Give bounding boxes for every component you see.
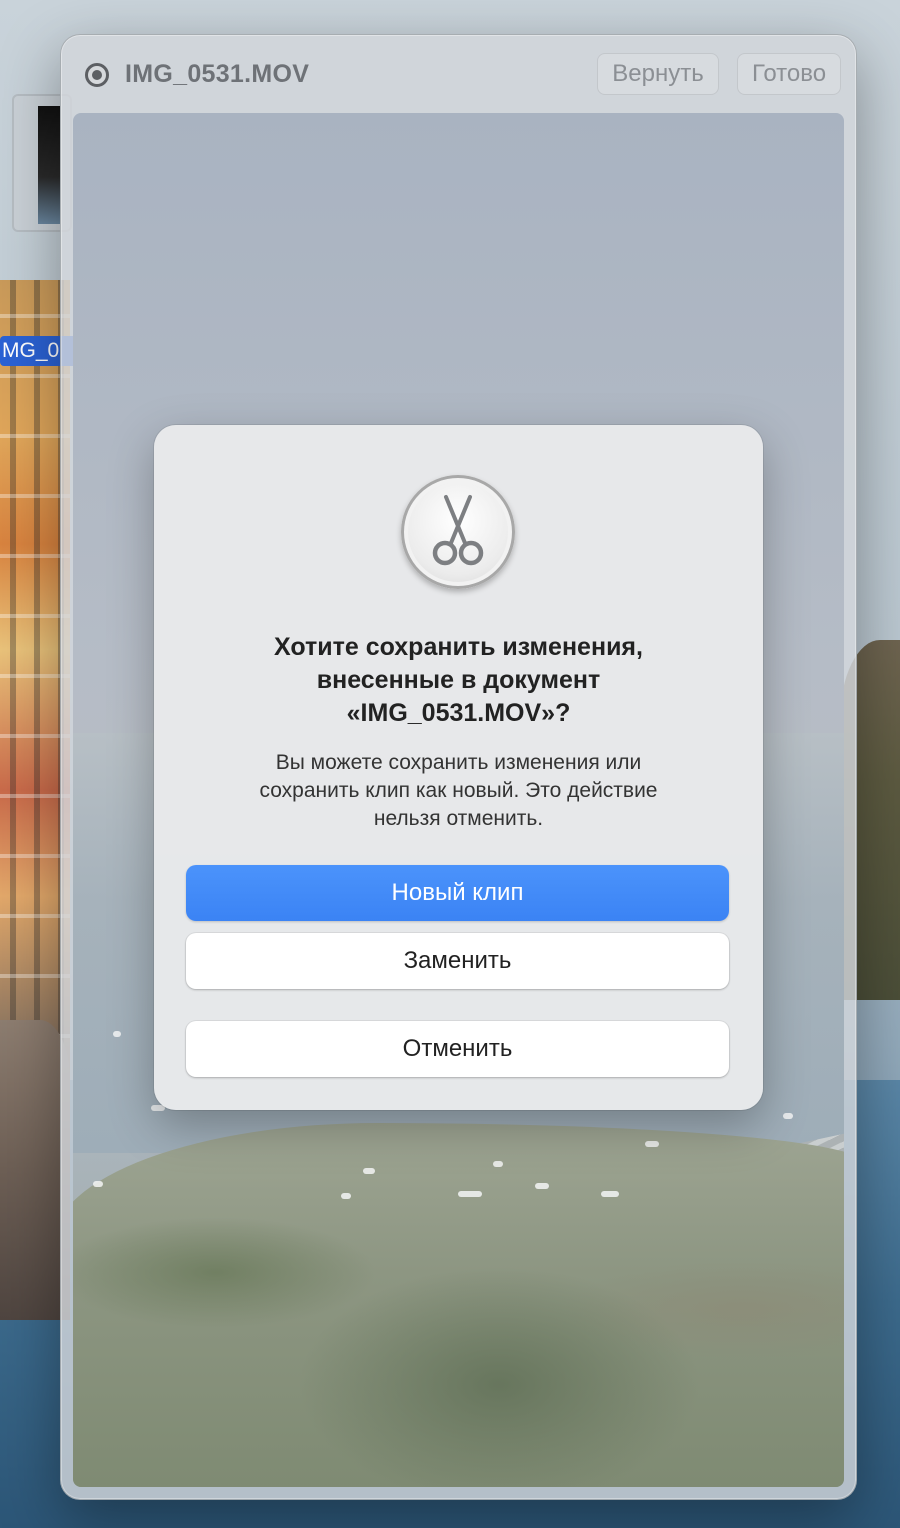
done-button[interactable]: Готово [737,53,841,95]
dialog-message-line: сохранить клип как новый. Это действие [259,779,658,802]
revert-button[interactable]: Вернуть [597,53,719,95]
dialog-title: Хотите сохранить изменения, внесенные в … [184,631,733,730]
dialog-title-line: «IMG_0531.MOV»? [346,699,571,727]
dialog-title-line: внесенные в документ [316,666,601,694]
dialog-message-line: Вы можете сохранить изменения или [275,751,642,774]
dialog-message-line: нельзя отменить. [373,807,544,830]
dialog-title-line: Хотите сохранить изменения, [274,633,643,661]
trim-window: IMG_0531.MOV Вернуть Готово Хотите сохра… [60,34,857,1500]
cancel-button[interactable]: Отменить [186,1021,729,1077]
dialog-message: Вы можете сохранить изменения или сохран… [194,749,723,833]
save-changes-dialog: Хотите сохранить изменения, внесенные в … [154,425,763,1110]
scissors-icon [401,475,515,589]
replace-button[interactable]: Заменить [186,933,729,989]
window-title: IMG_0531.MOV [125,60,310,88]
window-titlebar[interactable]: IMG_0531.MOV Вернуть Готово [61,35,856,113]
new-clip-button[interactable]: Новый клип [186,865,729,921]
record-icon [85,63,109,87]
